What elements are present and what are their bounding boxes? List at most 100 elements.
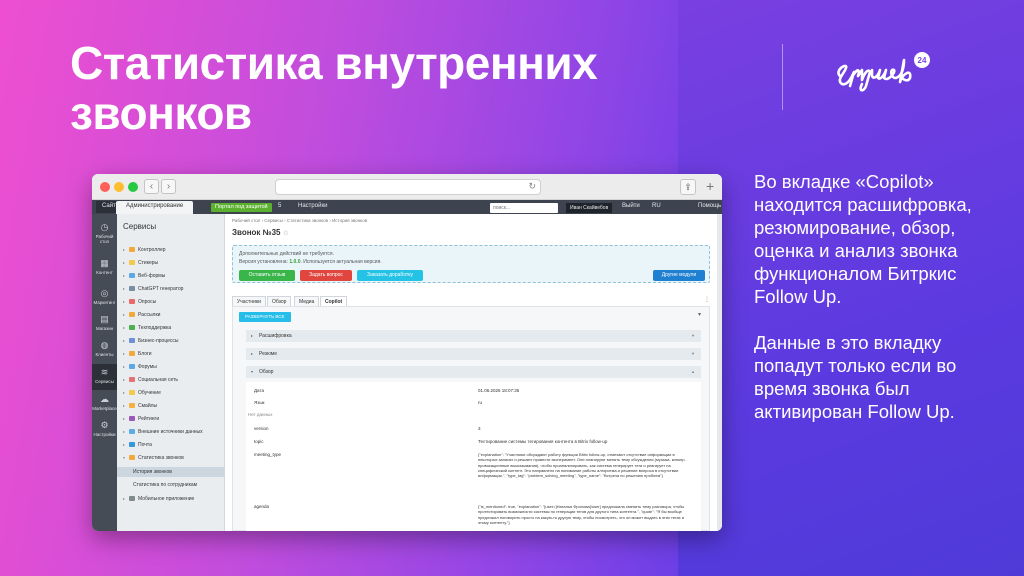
info-line-2: Версия установлена: 1.0.0. Используется … [239, 259, 382, 265]
expand-arrow-icon[interactable]: ▸ [123, 414, 125, 424]
accordion-summary[interactable]: ▸ Резюме ▼ [246, 348, 701, 360]
chevron-down-icon: ▼ [691, 333, 695, 338]
sidebar-item[interactable]: ▸ Мобильное приложение [117, 494, 225, 504]
back-button[interactable]: ‹ [144, 179, 159, 194]
nav-label: Магазин [95, 326, 114, 331]
title-line-2: звонков [70, 87, 252, 139]
ask-question-button[interactable]: Задать вопрос [300, 270, 352, 281]
copilot-panel: РАЗВЕРНУТЬ ВСЕ ▾ ▸ Расшифровка ▼ ▸ Резюме ▼ … [232, 306, 710, 531]
folder-icon [129, 286, 135, 291]
sidebar-item[interactable]: ▸ Бизнес-процессы [117, 336, 225, 346]
nav-settings[interactable]: ⚙ Настройки [92, 420, 117, 437]
expand-arrow-icon[interactable]: ▸ [123, 388, 125, 398]
expand-arrow-icon[interactable]: ▸ [123, 336, 125, 346]
tab-copilot[interactable]: Copilot [320, 296, 348, 306]
sidebar-item[interactable]: ▸ Рейтинги [117, 414, 225, 424]
reload-icon[interactable]: ↻ [528, 181, 536, 192]
tab-media[interactable]: Медиа [294, 296, 320, 306]
expand-arrow-icon[interactable]: ▸ [123, 427, 125, 437]
search-input[interactable]: поиск... [490, 203, 558, 213]
expand-arrow-icon[interactable]: ▸ [123, 440, 125, 450]
accordion-transcript[interactable]: ▸ Расшифровка ▼ [246, 330, 701, 342]
sidebar-item[interactable]: ▸ Опросы [117, 297, 225, 307]
tab-overview[interactable]: Обзор [267, 296, 292, 306]
sidebar-item-label: Смайлы [138, 403, 158, 409]
logout-link[interactable]: Выйти [622, 203, 640, 209]
browser-window: ‹ › ↻ ⇪ + Сайт Администрирование Портал … [92, 174, 722, 531]
expand-arrow-icon[interactable]: ▸ [123, 258, 125, 268]
notifications-count[interactable]: 5 [278, 203, 281, 209]
expand-arrow-icon[interactable]: ▸ [123, 310, 125, 320]
sidebar-item[interactable]: ▸ Форумы [117, 362, 225, 372]
maximize-icon[interactable] [128, 182, 138, 192]
folder-icon [129, 442, 135, 447]
accordion-overview[interactable]: ▾ Обзор ▲ [246, 366, 701, 378]
expand-arrow-icon[interactable]: ▸ [123, 349, 125, 359]
new-tab-icon[interactable]: + [706, 178, 714, 194]
sidebar-item[interactable]: ▸ Внешние источники данных [117, 427, 225, 437]
row-value: {"explanation": "Участники обсуждают раб… [478, 452, 686, 479]
title-line-1: Статистика внутренних [70, 37, 598, 89]
row-key: version [254, 426, 269, 431]
folder-icon [129, 364, 135, 369]
sidebar-item[interactable]: История звонков [117, 467, 225, 477]
expand-arrow-icon[interactable]: ▸ [123, 494, 125, 504]
settings-link[interactable]: Настройки [298, 203, 327, 209]
sidebar-item[interactable]: Статистика по сотрудникам [117, 480, 225, 490]
nav-marketing[interactable]: ◎ Маркетинг [92, 288, 117, 305]
sidebar-item[interactable]: ▸ Контроллер [117, 245, 225, 255]
main-content: Рабочий стол › Сервисы › Статистика звон… [226, 214, 722, 531]
expand-arrow-icon[interactable]: ▸ [123, 245, 125, 255]
expand-arrow-icon[interactable]: ▸ [123, 375, 125, 385]
tabs-more-icon[interactable]: ⋮ [704, 296, 710, 303]
close-icon[interactable] [100, 182, 110, 192]
user-button[interactable]: Иван Скайвебов [566, 203, 613, 213]
scrollbar[interactable] [717, 214, 722, 531]
sidebar-item[interactable]: ▸ Блоги [117, 349, 225, 359]
breadcrumb[interactable]: Рабочий стол › Сервисы › Статистика звон… [232, 218, 367, 223]
nav-desktop[interactable]: ◷ Рабочий стол [92, 222, 117, 244]
sidebar-item[interactable]: ▾ Статистика звонков [117, 453, 225, 463]
minimize-icon[interactable] [114, 182, 124, 192]
share-icon[interactable]: ⇪ [680, 179, 696, 195]
sidebar-item[interactable]: ▸ Смайлы [117, 401, 225, 411]
help-link[interactable]: Помощь [698, 203, 721, 209]
sidebar-item[interactable]: ▸ Социальная сеть [117, 375, 225, 385]
order-improvement-button[interactable]: Заказать доработку [357, 270, 423, 281]
expand-arrow-icon[interactable]: ▸ [123, 297, 125, 307]
nav-label: Маркетинг [93, 300, 116, 305]
other-modules-button[interactable]: Другие модули [653, 270, 705, 281]
expand-arrow-icon[interactable]: ▸ [123, 401, 125, 411]
feedback-button[interactable]: Оставить отзыв [239, 270, 295, 281]
nav-marketplace[interactable]: ☁ Marketplace [92, 394, 117, 411]
expand-all-button[interactable]: РАЗВЕРНУТЬ ВСЕ [239, 312, 291, 322]
nav-clients[interactable]: ◍ Клиенты [92, 340, 117, 357]
forward-button[interactable]: › [161, 179, 176, 194]
expand-arrow-icon[interactable]: ▸ [123, 362, 125, 372]
tab-participants[interactable]: Участники [232, 296, 266, 306]
nav-services[interactable]: ≋ Сервисы [92, 364, 117, 390]
nav-content[interactable]: ▦ Контент [92, 258, 117, 275]
sidebar-item[interactable]: ▸ Обучение [117, 388, 225, 398]
expand-arrow-icon[interactable]: ▸ [123, 323, 125, 333]
portal-protection-button[interactable]: Портал под защитой [211, 203, 272, 212]
sidebar-item-label: Мобильное приложение [138, 496, 195, 502]
expand-arrow-icon[interactable]: ▾ [123, 453, 125, 463]
expand-arrow-icon[interactable]: ▸ [123, 271, 125, 281]
sidebar-item[interactable]: ▸ Стикеры [117, 258, 225, 268]
tab-admin[interactable]: Администрирование [116, 201, 194, 214]
sidebar-item[interactable]: ▸ Техподдержка [117, 323, 225, 333]
page-title: Звонок №35 ☆ [232, 228, 289, 237]
collapse-icon[interactable]: ▾ [698, 311, 701, 318]
address-bar[interactable]: ↻ [275, 179, 541, 195]
sidebar-item[interactable]: ▸ ChatGPT генератор [117, 284, 225, 294]
star-icon[interactable]: ☆ [283, 230, 289, 237]
overview-details: Дата 01.06.2026 18:07:35 Язык ru Нет данны… [246, 382, 701, 531]
nav-shop[interactable]: ▤ Магазин [92, 314, 117, 331]
sidebar-item[interactable]: ▸ Почта [117, 440, 225, 450]
sidebar-item[interactable]: ▸ Веб-формы [117, 271, 225, 281]
sidebar-item[interactable]: ▸ Рассылки [117, 310, 225, 320]
expand-arrow-icon[interactable]: ▸ [123, 284, 125, 294]
language-switch[interactable]: RU [652, 203, 661, 209]
logo-badge: 24 [918, 56, 927, 65]
